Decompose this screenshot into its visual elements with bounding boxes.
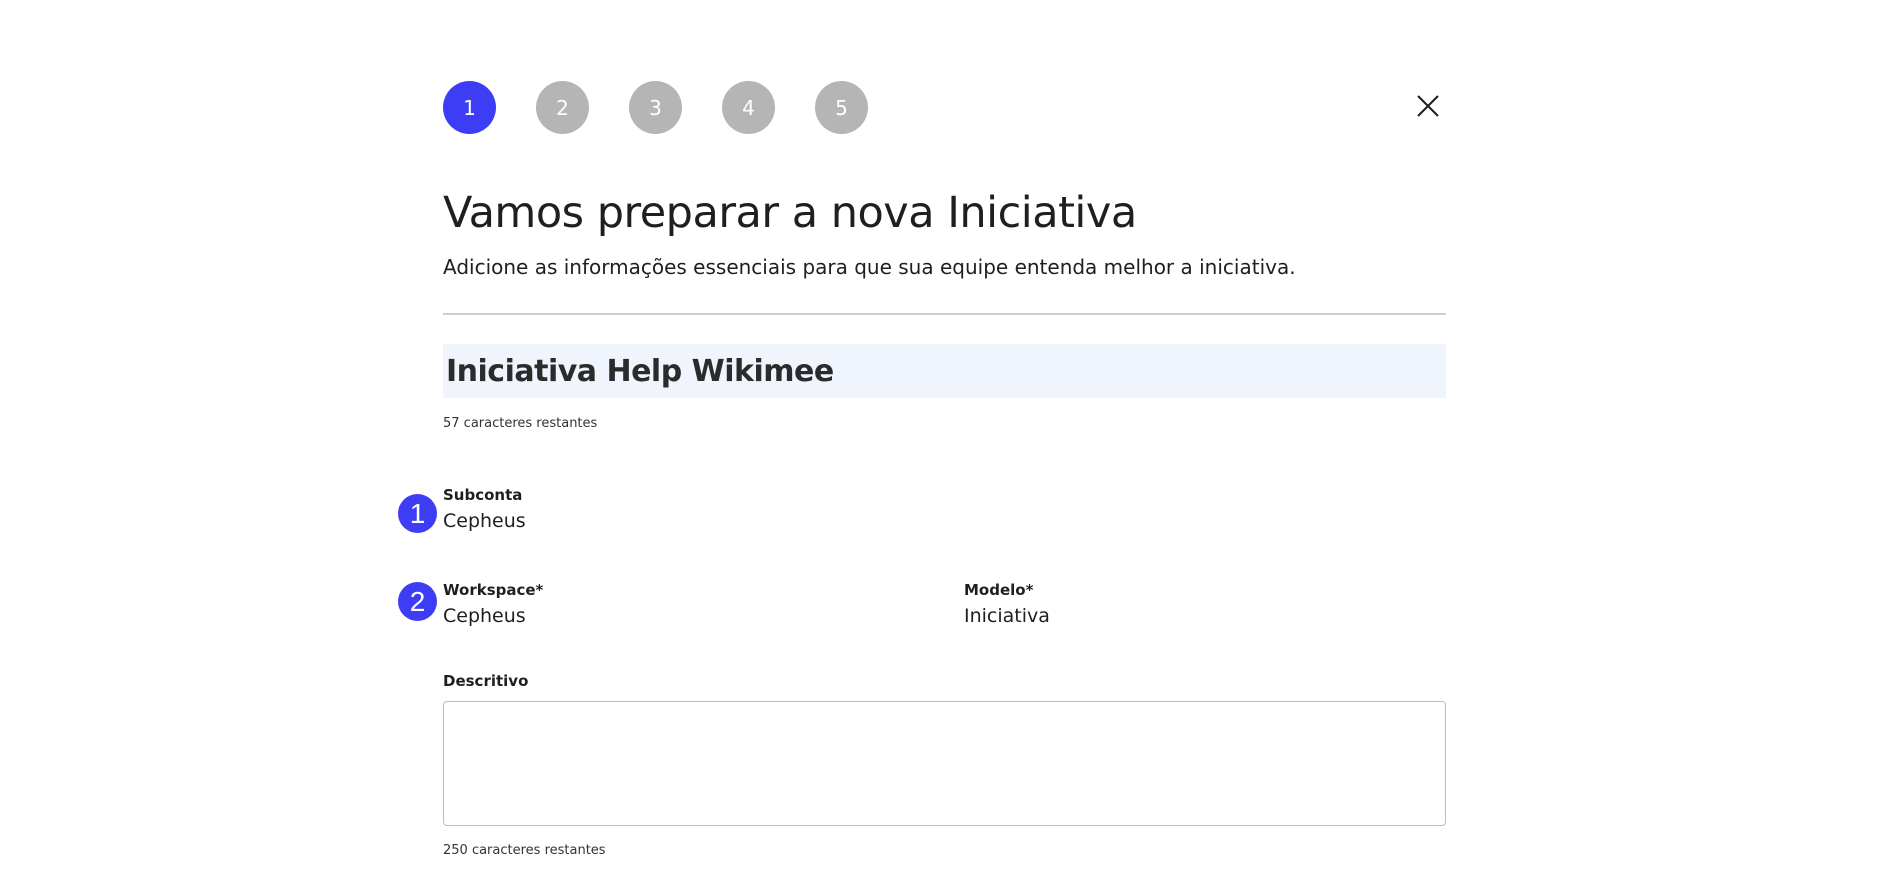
descritivo-label: Descritivo [443,672,529,690]
annotation-marker-1: 1 [398,494,437,533]
page-subtitle: Adicione as informações essenciais para … [443,255,1296,279]
workspace-value[interactable]: Cepheus [443,605,526,627]
modelo-label: Modelo* [964,581,1034,599]
subconta-value: Cepheus [443,510,526,532]
name-char-counter: 57 caracteres restantes [443,416,598,431]
descritivo-char-counter: 250 caracteres restantes [443,843,606,858]
subconta-label: Subconta [443,486,523,504]
stepper: 1 2 3 4 5 [443,81,868,134]
step-2[interactable]: 2 [536,81,589,134]
initiative-name-input[interactable] [443,344,1446,398]
step-3[interactable]: 3 [629,81,682,134]
initiative-wizard-page: 1 2 3 4 5 Vamos preparar a nova Iniciati… [0,0,1877,876]
modelo-value[interactable]: Iniciativa [964,605,1050,627]
descritivo-textarea[interactable] [443,701,1446,826]
annotation-marker-2: 2 [398,582,437,621]
step-1[interactable]: 1 [443,81,496,134]
step-4[interactable]: 4 [722,81,775,134]
page-title: Vamos preparar a nova Iniciativa [443,188,1137,238]
divider [443,313,1446,315]
close-icon [1417,95,1439,117]
close-button[interactable] [1414,92,1442,120]
workspace-label: Workspace* [443,581,544,599]
step-5[interactable]: 5 [815,81,868,134]
